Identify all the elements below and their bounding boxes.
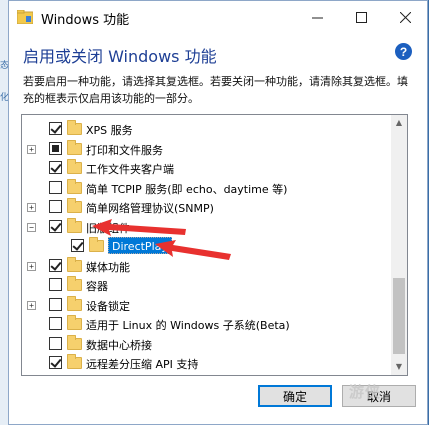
feature-checkbox[interactable] — [49, 258, 62, 272]
feature-label: XPS 服务 — [86, 124, 133, 137]
scroll-down-icon[interactable]: ▼ — [391, 359, 407, 375]
folder-icon — [67, 120, 82, 135]
feature-row[interactable]: + 简单网络管理协议(SNMP) — [22, 197, 392, 217]
folder-icon — [67, 276, 82, 291]
feature-checkbox[interactable] — [49, 200, 62, 213]
feature-row[interactable]: DirectPlay — [22, 236, 392, 256]
minimize-button[interactable] — [295, 1, 339, 33]
feature-checkbox[interactable] — [49, 122, 62, 135]
feature-checkbox[interactable] — [49, 336, 62, 350]
feature-row[interactable]: + 设备锁定 — [22, 295, 392, 315]
folder-icon — [67, 256, 82, 272]
windows-features-dialog: Windows 功能 启用或关闭 Windows 功能 ? 若要启用一种功能，请… — [8, 0, 428, 425]
folder-icon — [67, 139, 82, 155]
feature-row[interactable]: 适用于 Linux 的 Windows 子系统(Beta) — [22, 314, 392, 334]
expand-icon[interactable]: + — [27, 144, 36, 154]
feature-label: 工作文件夹客户端 — [86, 163, 174, 176]
feature-label: 容器 — [86, 280, 108, 293]
title-bar[interactable]: Windows 功能 — [9, 1, 427, 33]
feature-label: 旧版组件 — [86, 221, 130, 235]
folder-icon — [67, 178, 82, 194]
close-button[interactable] — [383, 1, 427, 33]
feature-checkbox[interactable] — [49, 161, 62, 174]
window-title: Windows 功能 — [41, 13, 130, 28]
feature-checkbox[interactable] — [49, 219, 62, 233]
feature-checkbox[interactable] — [49, 141, 62, 155]
folder-icon — [67, 159, 82, 174]
watermark-logo: 游侠 — [349, 383, 382, 401]
feature-checkbox[interactable] — [49, 278, 62, 291]
folder-icon — [67, 354, 82, 369]
folder-icon — [67, 334, 82, 350]
close-icon — [399, 11, 411, 23]
maximize-icon — [355, 11, 367, 23]
scrollbar-thumb[interactable] — [393, 278, 405, 354]
dialog-description: 若要启用一种功能，请选择其复选框。若要关闭一种功能，请清除其复选框。填充的框表示… — [23, 75, 408, 105]
feature-checkbox[interactable] — [49, 180, 62, 194]
collapse-icon[interactable]: − — [27, 222, 36, 232]
feature-checkbox[interactable] — [49, 317, 62, 330]
scroll-up-icon[interactable]: ▲ — [391, 115, 407, 131]
feature-row[interactable]: 容器 — [22, 275, 392, 295]
feature-row[interactable]: + 媒体功能 — [22, 256, 392, 276]
folder-icon — [67, 198, 82, 213]
folder-icon — [67, 217, 82, 233]
desktop-background: 态 化 — [0, 0, 9, 425]
feature-label: 媒体功能 — [86, 260, 130, 274]
feature-label: 设备锁定 — [86, 299, 130, 313]
help-icon[interactable]: ? — [395, 43, 412, 60]
dialog-heading: 启用或关闭 Windows 功能 — [23, 47, 217, 66]
features-tree[interactable]: ▲ ▼ XPS 服务 + 打印和文件服务 工作文件夹客户端简单 TCPIP 服务(即 … — [21, 114, 408, 376]
feature-row[interactable]: 简单 TCPIP 服务(即 echo、daytime 等) — [22, 178, 392, 198]
feature-checkbox[interactable] — [49, 297, 62, 311]
vertical-scrollbar[interactable]: ▲ ▼ — [391, 115, 407, 375]
folder-icon — [67, 295, 82, 311]
feature-label: 打印和文件服务 — [86, 143, 163, 157]
expand-icon[interactable]: + — [27, 261, 36, 271]
minimize-icon — [311, 17, 323, 18]
feature-row[interactable]: 远程差分压缩 API 支持 — [22, 353, 392, 373]
folder-icon — [89, 237, 104, 252]
feature-label: 简单网络管理协议(SNMP) — [86, 202, 214, 215]
expand-icon[interactable]: + — [27, 203, 36, 212]
feature-label: 适用于 Linux 的 Windows 子系统(Beta) — [86, 319, 290, 332]
feature-checkbox[interactable] — [49, 356, 62, 369]
feature-label: 远程差分压缩 API 支持 — [86, 358, 199, 371]
feature-row[interactable]: + 打印和文件服务 — [22, 139, 392, 159]
feature-row[interactable]: 工作文件夹客户端 — [22, 158, 392, 178]
ok-button[interactable]: 确定 — [258, 385, 332, 407]
feature-row[interactable]: XPS 服务 — [22, 119, 392, 139]
feature-label: DirectPlay — [108, 237, 172, 254]
feature-label: 数据中心桥接 — [86, 338, 152, 352]
maximize-button[interactable] — [339, 1, 383, 33]
feature-checkbox[interactable] — [71, 239, 84, 252]
folder-icon — [67, 315, 82, 330]
expand-icon[interactable]: + — [27, 300, 36, 310]
feature-row[interactable]: 数据中心桥接 — [22, 334, 392, 354]
feature-row[interactable]: − 旧版组件 — [22, 217, 392, 237]
windows-features-icon — [17, 10, 33, 24]
feature-label: 简单 TCPIP 服务(即 echo、daytime 等) — [86, 182, 288, 196]
